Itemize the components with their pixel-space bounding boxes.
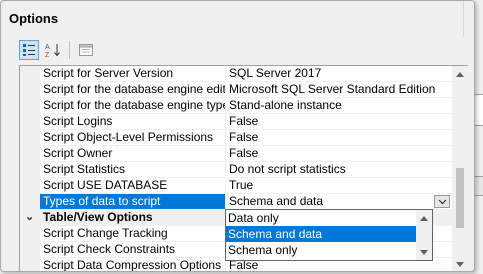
row-gutter bbox=[20, 162, 40, 177]
property-name: Script for the database engine type bbox=[40, 98, 226, 113]
categorized-icon bbox=[23, 44, 35, 56]
row-gutter bbox=[20, 98, 40, 113]
chevron-down-icon bbox=[438, 199, 446, 204]
property-value[interactable]: True bbox=[226, 178, 452, 193]
dropdown-list: Data only Schema and data Schema only bbox=[225, 209, 433, 261]
scroll-down-button[interactable] bbox=[452, 256, 468, 271]
property-name: Script for Server Version bbox=[40, 66, 226, 81]
row-gutter bbox=[20, 242, 40, 257]
row-gutter bbox=[20, 146, 40, 161]
property-value[interactable]: SQL Server 2017 bbox=[226, 66, 452, 81]
row-gutter: ⌄ bbox=[20, 210, 40, 225]
row-gutter bbox=[20, 258, 40, 271]
row-gutter bbox=[20, 130, 40, 145]
dropdown-option[interactable]: Data only bbox=[226, 210, 432, 226]
property-pages-icon bbox=[79, 44, 93, 56]
property-row[interactable]: Script USE DATABASE True bbox=[20, 178, 452, 194]
property-name: Script Data Compression Options bbox=[40, 258, 226, 271]
panel-title: Options bbox=[9, 11, 59, 26]
property-name: Script Object-Level Permissions bbox=[40, 130, 226, 145]
row-gutter bbox=[20, 194, 40, 209]
toolbar-separator bbox=[69, 41, 70, 59]
scroll-up-icon bbox=[420, 215, 428, 221]
property-name: Script for the database engine edition bbox=[40, 82, 226, 97]
property-name: Script Statistics bbox=[40, 162, 226, 177]
property-name: Script USE DATABASE bbox=[40, 178, 226, 193]
dropdown-scrollbar[interactable] bbox=[416, 210, 432, 260]
property-row[interactable]: Script for Server Version SQL Server 201… bbox=[20, 66, 452, 82]
categorized-button[interactable] bbox=[19, 40, 39, 60]
svg-text:Z: Z bbox=[45, 52, 50, 58]
property-toolbar: A Z bbox=[19, 39, 96, 61]
property-row[interactable]: Script Owner False bbox=[20, 146, 452, 162]
scroll-up-icon bbox=[456, 71, 464, 77]
row-gutter bbox=[20, 66, 40, 81]
svg-text:A: A bbox=[45, 44, 50, 51]
property-value[interactable]: Schema and data bbox=[226, 194, 452, 209]
grid-scrollbar[interactable] bbox=[452, 66, 468, 271]
property-value[interactable]: False bbox=[226, 146, 452, 161]
dropdown-option[interactable]: Schema only bbox=[226, 242, 432, 258]
row-gutter bbox=[20, 114, 40, 129]
property-row[interactable]: Script Object-Level Permissions False bbox=[20, 130, 452, 146]
property-value[interactable]: False bbox=[226, 114, 452, 129]
property-value[interactable]: Do not script statistics bbox=[226, 162, 452, 177]
property-name: Script Check Constraints bbox=[40, 242, 226, 257]
property-value[interactable]: False bbox=[226, 130, 452, 145]
dropdown-option-selected[interactable]: Schema and data bbox=[226, 226, 432, 242]
property-row[interactable]: Script for the database engine type Stan… bbox=[20, 98, 452, 114]
background-window bbox=[474, 0, 483, 274]
property-name: Types of data to script bbox=[40, 194, 226, 209]
property-row-selected[interactable]: Types of data to script Schema and data bbox=[20, 194, 452, 210]
panel-scrollbar[interactable] bbox=[463, 1, 474, 37]
alphabetical-icon: A Z bbox=[45, 44, 60, 58]
options-panel: Options A Z Script for Server Version SQ… bbox=[0, 0, 475, 272]
property-row[interactable]: Script Statistics Do not script statisti… bbox=[20, 162, 452, 178]
property-pages-button[interactable] bbox=[76, 40, 96, 60]
property-value[interactable]: Microsoft SQL Server Standard Edition bbox=[226, 82, 452, 97]
row-gutter bbox=[20, 226, 40, 241]
dropdown-button[interactable] bbox=[434, 195, 450, 208]
collapse-toggle-icon[interactable]: ⌄ bbox=[25, 210, 34, 225]
property-name: Script Owner bbox=[40, 146, 226, 161]
property-row[interactable]: Script for the database engine edition M… bbox=[20, 82, 452, 98]
property-value[interactable]: Stand-alone instance bbox=[226, 98, 452, 113]
scroll-down-icon bbox=[456, 261, 464, 267]
scroll-down-icon bbox=[420, 249, 428, 255]
scroll-up-button[interactable] bbox=[452, 66, 468, 82]
dropdown-scroll-up-button[interactable] bbox=[416, 210, 432, 226]
dropdown-scroll-down-button[interactable] bbox=[416, 244, 432, 260]
property-row[interactable]: Script Logins False bbox=[20, 114, 452, 130]
property-name: Script Change Tracking bbox=[40, 226, 226, 241]
property-name: Script Logins bbox=[40, 114, 226, 129]
scroll-thumb[interactable] bbox=[456, 168, 464, 228]
category-label: Table/View Options bbox=[40, 210, 226, 225]
row-gutter bbox=[20, 82, 40, 97]
alphabetical-button[interactable]: A Z bbox=[43, 40, 63, 60]
row-gutter bbox=[20, 178, 40, 193]
